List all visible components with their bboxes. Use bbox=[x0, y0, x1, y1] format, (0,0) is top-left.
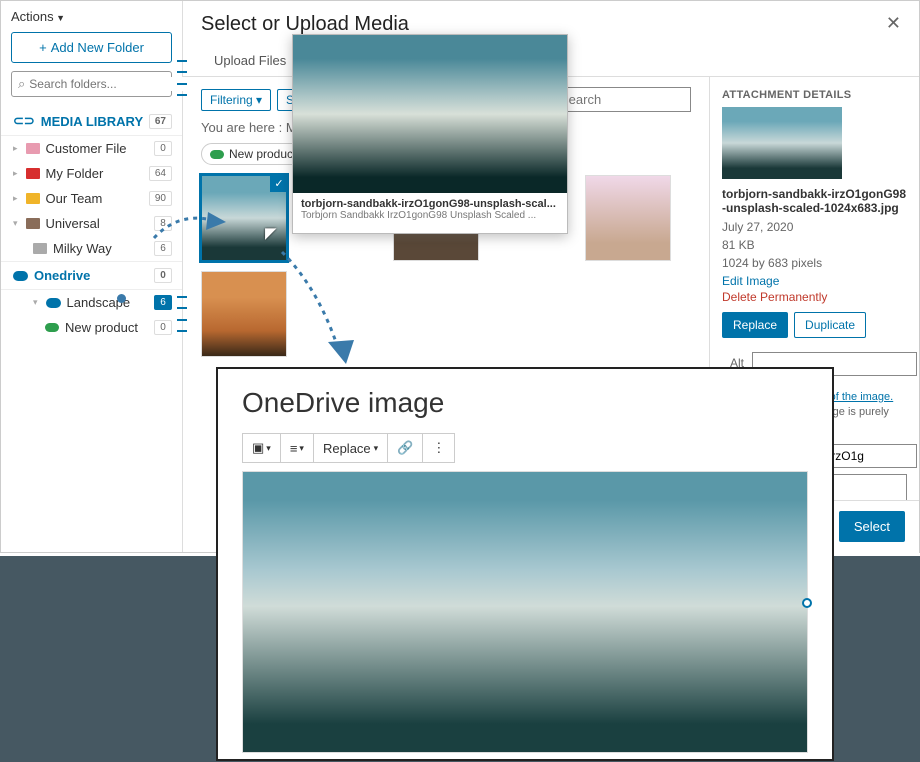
media-thumbnail[interactable] bbox=[585, 175, 671, 261]
edit-image-link[interactable]: Edit Image bbox=[722, 274, 907, 288]
duplicate-button[interactable]: Duplicate bbox=[794, 312, 866, 338]
drag-handle-icon[interactable] bbox=[177, 291, 189, 337]
drag-handle-icon[interactable] bbox=[177, 55, 189, 101]
check-icon: ✓ bbox=[270, 174, 288, 192]
folder-tree: ⊂⊃MEDIA LIBRARY 67 ▸Customer File 0 ▸My … bbox=[1, 107, 182, 340]
detail-dimensions: 1024 by 683 pixels bbox=[722, 254, 907, 272]
chevron-down-icon: ▾ bbox=[13, 218, 18, 229]
image-block-icon[interactable]: ▣ ▾ bbox=[243, 434, 281, 462]
modal-title: Select or Upload Media bbox=[201, 13, 409, 36]
folder-chip[interactable]: New product bbox=[201, 143, 305, 165]
editor-heading: OneDrive image bbox=[218, 369, 832, 433]
folder-customer-file[interactable]: ▸Customer File 0 bbox=[1, 136, 182, 161]
folder-search-input[interactable] bbox=[29, 77, 184, 91]
add-folder-button[interactable]: + Add New Folder bbox=[11, 32, 172, 63]
resize-handle[interactable] bbox=[802, 598, 812, 608]
chevron-right-icon: ▸ bbox=[13, 193, 18, 204]
search-icon: ⌕ bbox=[18, 76, 25, 92]
media-thumbnail[interactable] bbox=[201, 271, 287, 357]
detail-filename: torbjorn-sandbakk-irzO1gonG98-unsplash-s… bbox=[722, 187, 907, 215]
block-toolbar: ▣ ▾ ≡ ▾ Replace ▾ 🔗 ⋮ bbox=[242, 433, 455, 463]
media-library-root[interactable]: ⊂⊃MEDIA LIBRARY 67 bbox=[1, 107, 182, 136]
filtering-button[interactable]: Filtering ▾ bbox=[201, 89, 271, 111]
editor-image[interactable] bbox=[242, 471, 808, 753]
cursor-icon: ◤ bbox=[265, 224, 277, 242]
details-header: ATTACHMENT DETAILS bbox=[722, 89, 907, 101]
chevron-right-icon: ▸ bbox=[13, 143, 18, 154]
folder-new-product[interactable]: New product 0 bbox=[1, 315, 182, 340]
media-thumbnail[interactable]: ✓ bbox=[201, 175, 287, 261]
align-icon[interactable]: ≡ ▾ bbox=[281, 434, 314, 462]
folder-our-team[interactable]: ▸Our Team 90 bbox=[1, 186, 182, 211]
folder-milky-way[interactable]: Milky Way 6 bbox=[1, 236, 182, 261]
link-icon[interactable]: 🔗 bbox=[388, 434, 423, 462]
select-button[interactable]: Select bbox=[839, 511, 905, 542]
folder-landscape[interactable]: ▾Landscape 6 bbox=[1, 290, 182, 315]
folder-icon bbox=[26, 168, 40, 179]
onedrive-root[interactable]: Onedrive 0 bbox=[1, 261, 182, 290]
folder-icon bbox=[33, 243, 47, 254]
folder-sidebar: Actions + Add New Folder ⌕ ⊂⊃MEDIA LIBRA… bbox=[1, 1, 183, 552]
media-search-input[interactable] bbox=[551, 87, 691, 112]
actions-menu[interactable]: Actions bbox=[1, 5, 182, 32]
tab-upload[interactable]: Upload Files bbox=[201, 44, 299, 76]
detail-thumbnail bbox=[722, 107, 842, 179]
annotation-dot bbox=[117, 294, 126, 303]
folder-universal[interactable]: ▾Universal 8 bbox=[1, 211, 182, 236]
chevron-down-icon: ▾ bbox=[33, 297, 38, 308]
folder-icon bbox=[26, 143, 40, 154]
folder-search[interactable]: ⌕ bbox=[11, 71, 172, 97]
cloud-icon bbox=[46, 298, 61, 308]
detail-date: July 27, 2020 bbox=[722, 218, 907, 236]
library-icon: ⊂⊃ bbox=[13, 113, 35, 129]
folder-icon bbox=[26, 193, 40, 204]
cloud-icon bbox=[210, 150, 224, 159]
cloud-icon bbox=[45, 323, 59, 332]
preview-image bbox=[293, 35, 567, 193]
replace-dropdown[interactable]: Replace ▾ bbox=[314, 434, 388, 462]
delete-link[interactable]: Delete Permanently bbox=[722, 290, 907, 304]
cloud-icon bbox=[13, 271, 28, 281]
chevron-right-icon: ▸ bbox=[13, 168, 18, 179]
detail-size: 81 KB bbox=[722, 236, 907, 254]
folder-my-folder[interactable]: ▸My Folder 64 bbox=[1, 161, 182, 186]
preview-subtitle: Torbjorn Sandbakk IrzO1gonG98 Unsplash S… bbox=[301, 210, 559, 221]
folder-icon bbox=[26, 218, 40, 229]
more-icon[interactable]: ⋮ bbox=[423, 434, 454, 462]
replace-button[interactable]: Replace bbox=[722, 312, 788, 338]
hover-preview: torbjorn-sandbakk-irzO1gonG98-unsplash-s… bbox=[292, 34, 568, 234]
plus-icon: + bbox=[39, 40, 47, 55]
preview-title: torbjorn-sandbakk-irzO1gonG98-unsplash-s… bbox=[301, 198, 559, 210]
editor-window: OneDrive image ▣ ▾ ≡ ▾ Replace ▾ 🔗 ⋮ bbox=[216, 367, 834, 761]
close-icon[interactable]: ✕ bbox=[886, 13, 901, 34]
